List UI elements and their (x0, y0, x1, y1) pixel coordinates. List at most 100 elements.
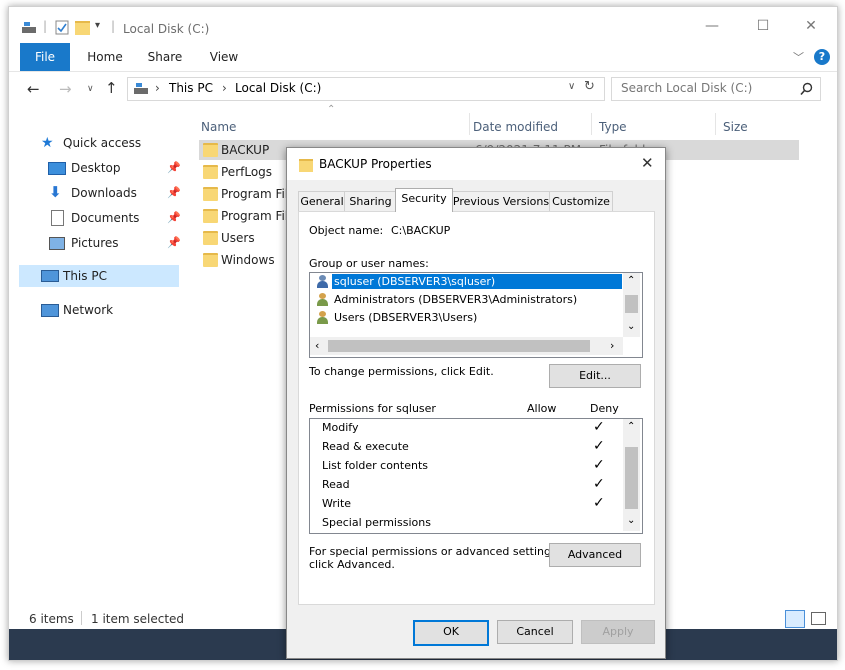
tab-customize[interactable]: Customize (549, 191, 613, 212)
recent-locations-chevron-icon[interactable]: ∨ (87, 84, 94, 94)
desktop-icon (48, 162, 66, 175)
folder-icon (203, 209, 218, 223)
horizontal-scrollbar[interactable]: ‹ › (310, 337, 623, 355)
column-header-type[interactable]: Type (599, 120, 627, 134)
tab-general[interactable]: General (298, 191, 346, 212)
tab-home[interactable]: Home (81, 43, 129, 71)
permission-name: Read (322, 478, 350, 491)
computer-icon (41, 270, 59, 282)
address-dropdown-icon[interactable]: ∨ (568, 81, 575, 92)
security-panel: Object name: C:\BACKUP Group or user nam… (298, 211, 655, 605)
up-arrow-icon[interactable]: ↑ (105, 79, 118, 97)
refresh-icon[interactable]: ↻ (584, 79, 595, 94)
scroll-down-icon[interactable]: ⌄ (627, 321, 635, 332)
cancel-button[interactable]: Cancel (497, 620, 573, 644)
address-bar[interactable]: › This PC › Local Disk (C:) ∨ ↻ (127, 77, 605, 101)
edit-button[interactable]: Edit... (549, 364, 641, 388)
scroll-up-icon[interactable]: ⌃ (627, 275, 635, 286)
star-icon: ★ (41, 135, 54, 151)
sidebar-item-documents[interactable]: Documents 📌 (19, 208, 181, 228)
column-divider[interactable] (715, 113, 716, 135)
sidebar-item-downloads[interactable]: ⬇ Downloads 📌 (19, 183, 181, 203)
scroll-left-icon[interactable]: ‹ (315, 339, 319, 352)
maximize-button[interactable]: ☐ (750, 16, 776, 36)
pictures-icon (49, 237, 65, 250)
sidebar-item-network[interactable]: Network (19, 300, 179, 320)
large-icons-view-icon[interactable] (811, 612, 826, 625)
deny-header: Deny (590, 402, 619, 415)
breadcrumb-this-pc[interactable]: This PC (169, 81, 213, 95)
minimize-button[interactable]: — (699, 16, 725, 36)
sidebar-item-pictures[interactable]: Pictures 📌 (19, 233, 181, 253)
search-placeholder: Search Local Disk (C:) (621, 81, 753, 95)
pin-icon[interactable]: 📌 (167, 233, 181, 253)
search-icon[interactable] (800, 82, 813, 96)
advanced-button[interactable]: Advanced (549, 543, 641, 567)
dialog-close-icon[interactable]: ✕ (641, 154, 654, 172)
status-divider (81, 611, 82, 625)
chevron-down-icon[interactable]: ﹀ (793, 49, 804, 65)
sidebar-item-label: Pictures (71, 236, 119, 250)
scroll-thumb[interactable] (625, 447, 638, 509)
download-icon: ⬇ (49, 183, 62, 201)
permissions-header: Permissions for sqluser (309, 402, 436, 415)
deny-checkmark-icon: ✓ (593, 476, 605, 492)
folder-icon (299, 159, 313, 172)
pin-icon[interactable]: 📌 (167, 158, 181, 178)
selection-count: 1 item selected (91, 612, 185, 626)
list-item-label: sqluser (DBSERVER3\sqluser) (334, 275, 496, 288)
allow-header: Allow (527, 402, 557, 415)
pin-icon[interactable]: 📌 (167, 183, 181, 203)
object-name-value: C:\BACKUP (391, 224, 451, 237)
list-item-label: Users (DBSERVER3\Users) (334, 311, 478, 324)
tab-file[interactable]: File (20, 43, 70, 71)
list-item[interactable]: Administrators (DBSERVER3\Administrators… (310, 291, 623, 308)
group-users-icon (316, 311, 330, 324)
sidebar-item-quick-access[interactable]: ★ Quick access (19, 133, 179, 153)
scroll-thumb[interactable] (328, 340, 590, 352)
sidebar-item-this-pc[interactable]: This PC (19, 265, 179, 287)
vertical-scrollbar[interactable]: ⌃ ⌄ (623, 419, 640, 531)
tab-sharing[interactable]: Sharing (344, 191, 397, 212)
tab-view[interactable]: View (201, 43, 247, 71)
column-header-name[interactable]: Name (201, 120, 236, 134)
new-folder-icon[interactable] (75, 21, 90, 35)
navigation-pane: ★ Quick access Desktop 📌 ⬇ Downloads 📌 D… (9, 117, 185, 607)
sidebar-item-desktop[interactable]: Desktop 📌 (19, 158, 181, 178)
special-permissions-text-2: click Advanced. (309, 558, 395, 571)
customize-toolbar-icon[interactable]: ▾ (95, 20, 100, 31)
properties-icon[interactable] (55, 20, 69, 35)
forward-arrow-icon[interactable]: → (59, 80, 72, 98)
list-item[interactable]: Users (DBSERVER3\Users) (310, 309, 623, 326)
column-divider[interactable] (469, 113, 470, 135)
user-list[interactable]: sqluser (DBSERVER3\sqluser) Administrato… (309, 272, 643, 358)
window-title: Local Disk (C:) (123, 22, 210, 36)
scroll-thumb[interactable] (625, 295, 638, 313)
breadcrumb-local-disk[interactable]: Local Disk (C:) (235, 81, 321, 95)
permission-name: Write (322, 497, 352, 510)
ok-button[interactable]: OK (413, 620, 489, 646)
column-header-size[interactable]: Size (723, 120, 748, 134)
tab-security[interactable]: Security (395, 188, 453, 212)
deny-checkmark-icon: ✓ (593, 419, 605, 435)
apply-button[interactable]: Apply (581, 620, 655, 644)
column-divider[interactable] (591, 113, 592, 135)
column-header-date[interactable]: Date modified (473, 120, 558, 134)
details-view-icon[interactable] (785, 610, 805, 628)
search-input[interactable]: Search Local Disk (C:) (611, 77, 821, 101)
file-name: Users (221, 231, 255, 245)
list-item-selected[interactable]: sqluser (DBSERVER3\sqluser) (310, 273, 623, 290)
deny-checkmark-icon: ✓ (593, 495, 605, 511)
tab-share[interactable]: Share (141, 43, 189, 71)
scroll-up-icon[interactable]: ⌃ (627, 421, 635, 432)
permission-name: Modify (322, 421, 359, 434)
scroll-down-icon[interactable]: ⌄ (627, 515, 635, 526)
pin-icon[interactable]: 📌 (167, 208, 181, 228)
ribbon: File Home Share View ﹀ ? (9, 43, 837, 72)
back-arrow-icon[interactable]: ← (27, 80, 40, 98)
tab-previous-versions[interactable]: Previous Versions (451, 191, 551, 212)
help-icon[interactable]: ? (814, 49, 830, 65)
scroll-right-icon[interactable]: › (610, 339, 614, 352)
close-button[interactable]: ✕ (798, 16, 824, 36)
vertical-scrollbar[interactable]: ⌃ ⌄ (623, 273, 640, 337)
